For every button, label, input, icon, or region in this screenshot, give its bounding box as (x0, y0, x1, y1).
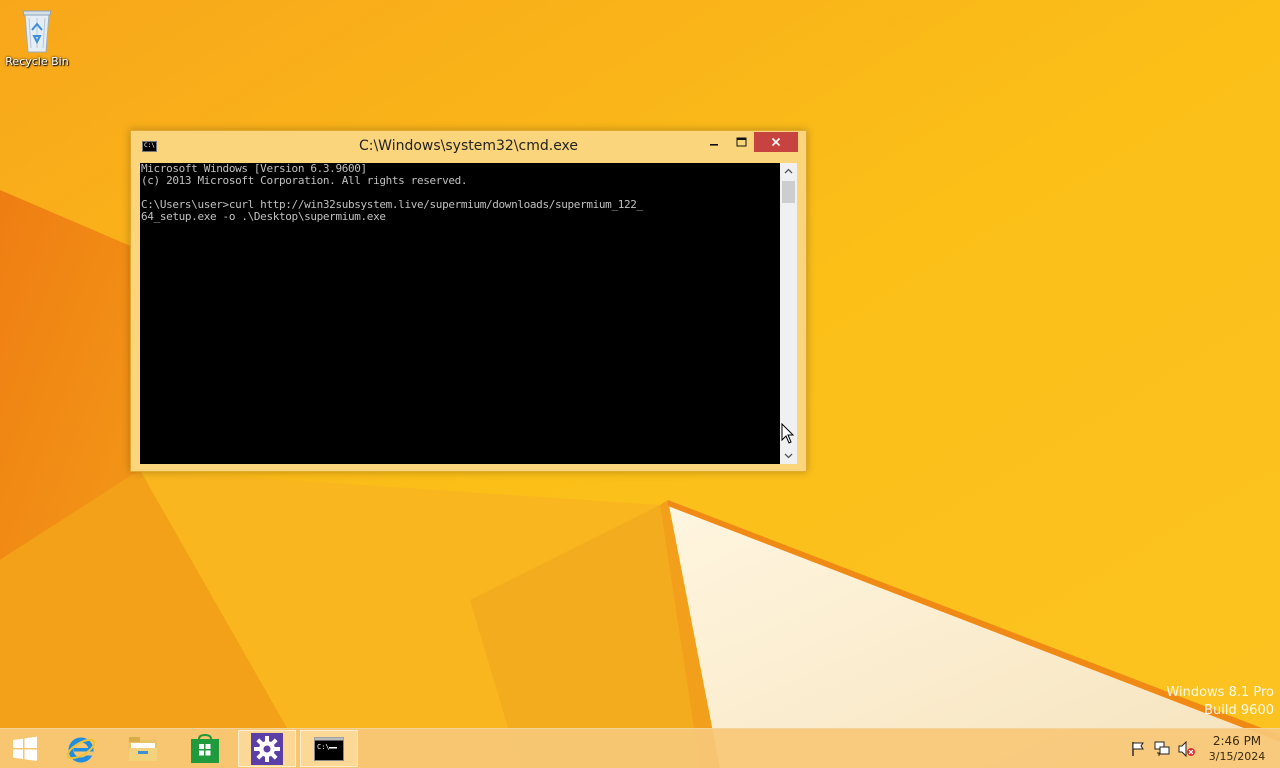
maximize-button[interactable] (728, 132, 754, 152)
close-button[interactable] (754, 132, 798, 152)
taskbar-store[interactable] (176, 730, 234, 767)
flag-icon[interactable] (1130, 741, 1146, 757)
internet-explorer-icon (66, 737, 96, 762)
clock-time: 2:46 PM (1212, 734, 1262, 748)
close-icon (771, 137, 781, 147)
desktop[interactable]: Recycle Bin Windows 8.1 Pro Build 9600 C… (0, 0, 1280, 768)
recycle-bin-desktop-icon[interactable]: Recycle Bin (4, 6, 70, 68)
scroll-up-button[interactable] (780, 163, 797, 179)
cmd-titlebar[interactable]: C:\ C:\Windows\system32\cmd.exe (131, 131, 806, 162)
windows-logo-icon (13, 736, 37, 761)
minimize-icon (710, 144, 718, 146)
console-line: (c) 2013 Microsoft Corporation. All righ… (141, 174, 468, 187)
windows-watermark: Windows 8.1 Pro Build 9600 (1166, 684, 1274, 720)
watermark-edition: Windows 8.1 Pro (1166, 685, 1274, 700)
scroll-down-button[interactable] (780, 448, 797, 464)
clock-date: 3/15/2024 (1208, 750, 1266, 763)
start-button[interactable] (0, 730, 50, 767)
vertical-scrollbar[interactable] (780, 163, 797, 464)
network-icon[interactable] (1154, 741, 1170, 757)
taskbar-clock[interactable]: 2:46 PM 3/15/2024 (1204, 733, 1270, 764)
taskbar-internet-explorer[interactable] (52, 730, 110, 767)
taskbar-command-prompt[interactable]: C:\ (300, 730, 358, 767)
gear-icon (251, 732, 283, 765)
maximize-icon (736, 137, 746, 147)
cmd-icon: C:\ (314, 736, 344, 761)
recycle-bin-icon (22, 10, 52, 53)
taskbar: C:\ 2:46 PM 3/15/2024 (0, 728, 1280, 768)
folder-icon (129, 736, 157, 761)
console-output[interactable]: Microsoft Windows [Version 6.3.9600] (c)… (140, 163, 780, 464)
minimize-button[interactable] (701, 132, 727, 152)
scroll-thumb[interactable] (782, 181, 795, 203)
chevron-up-icon (784, 168, 793, 174)
mouse-cursor-icon (781, 423, 795, 444)
watermark-build: Build 9600 (1204, 703, 1274, 718)
store-icon (191, 733, 219, 763)
speaker-muted-icon[interactable] (1178, 741, 1196, 757)
recycle-bin-label: Recycle Bin (5, 55, 69, 68)
cmd-window[interactable]: C:\ C:\Windows\system32\cmd.exe Microsof… (130, 130, 807, 472)
chevron-down-icon (784, 453, 793, 459)
console-line: 64_setup.exe -o .\Desktop\supermium.exe (141, 210, 386, 223)
taskbar-file-explorer[interactable] (114, 730, 172, 767)
svg-text:C:\: C:\ (317, 743, 330, 751)
taskbar-settings[interactable] (238, 730, 296, 767)
